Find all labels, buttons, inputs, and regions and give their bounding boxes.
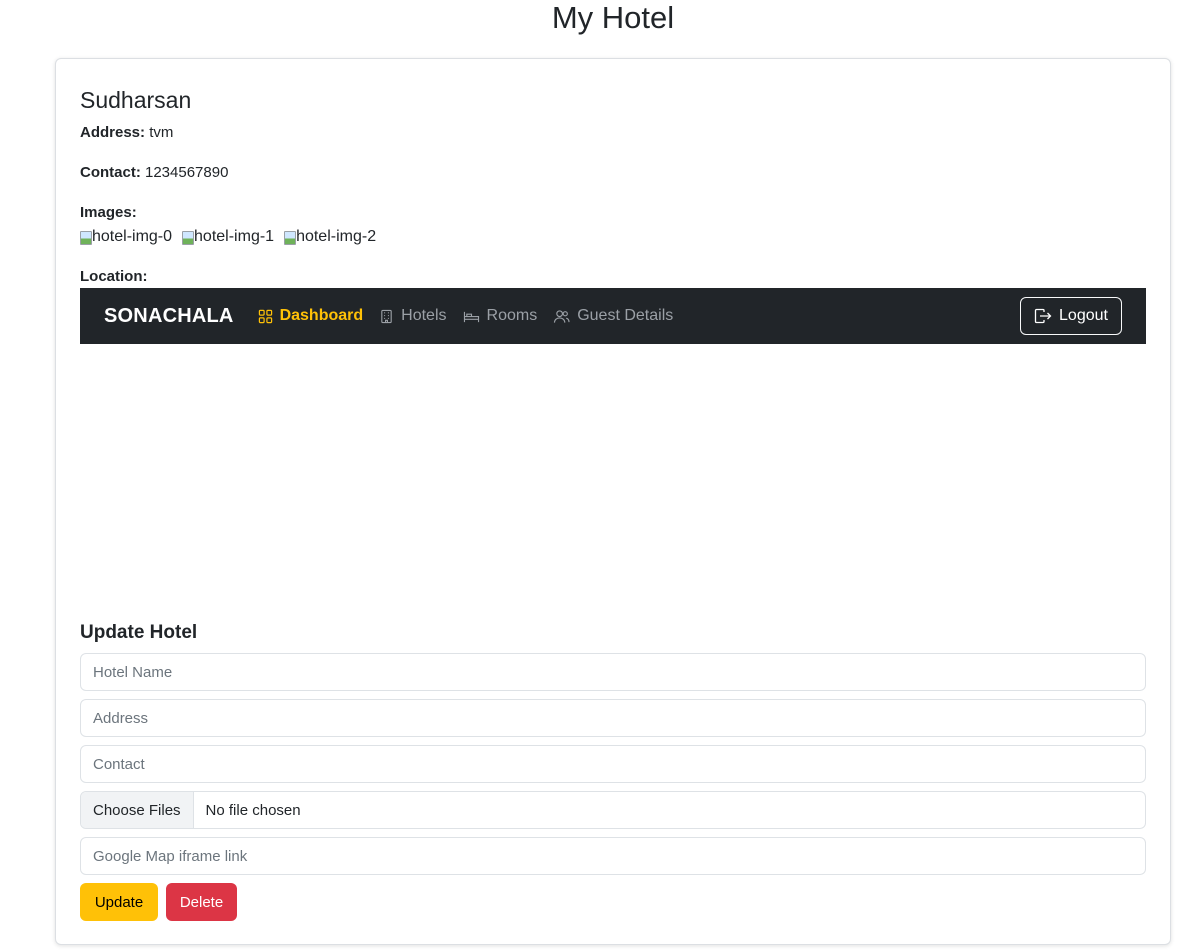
address-label: Address: [80, 124, 146, 141]
navbar-brand[interactable]: SONACHALA [104, 305, 234, 328]
navbar-nav: Dashboard Hotels Rooms Guest Details [258, 307, 690, 325]
nav-item-hotels[interactable]: Hotels [379, 307, 447, 325]
file-status: No file chosen [205, 801, 301, 819]
logout-button[interactable]: Logout [1020, 297, 1122, 335]
choose-files-button[interactable]: Choose Files [81, 792, 194, 828]
hotel-image: hotel-img-0 [80, 227, 172, 247]
nav-item-label: Rooms [486, 307, 538, 324]
broken-image-icon [284, 230, 297, 245]
hotel-image: hotel-img-2 [284, 227, 376, 247]
hotel-image-alt: hotel-img-2 [296, 228, 377, 245]
hotel-name-input[interactable] [80, 653, 1146, 691]
building-icon [381, 309, 392, 323]
address-value: tvm [149, 124, 174, 141]
embedded-navbar: SONACHALA Dashboard Hotels Rooms Guest D… [80, 288, 1146, 344]
hotel-image-alt: hotel-img-0 [92, 228, 173, 245]
location-label-text: Location: [80, 268, 148, 285]
contact-field: Contact: 1234567890 [80, 163, 228, 183]
broken-image-icon [182, 230, 195, 245]
logout-label: Logout [1059, 307, 1108, 324]
address-field: Address: tvm [80, 123, 173, 143]
hotel-name: Sudharsan [80, 87, 192, 113]
hotel-card: Sudharsan Address: tvm Contact: 12345678… [55, 58, 1171, 945]
hotel-image-alt: hotel-img-1 [194, 228, 275, 245]
address-input[interactable] [80, 699, 1146, 737]
page-title: My Hotel [551, 0, 675, 35]
nav-item-guest-details[interactable]: Guest Details [553, 307, 673, 325]
file-input[interactable]: Choose Files No file chosen [80, 791, 1146, 829]
logout-icon [1034, 308, 1052, 324]
update-hotel-title: Update Hotel [80, 622, 198, 643]
update-button[interactable]: Update [80, 883, 158, 921]
contact-value: 1234567890 [145, 164, 229, 181]
contact-input[interactable] [80, 745, 1146, 783]
nav-item-rooms[interactable]: Rooms [463, 307, 538, 325]
nav-item-label: Guest Details [577, 307, 674, 324]
images-row: hotel-img-0 hotel-img-1 hotel-img-2 [80, 227, 376, 247]
location-label: Location: [80, 267, 148, 287]
map-link-input[interactable] [80, 837, 1146, 875]
images-label: Images: [80, 203, 137, 223]
nav-item-label: Hotels [401, 307, 447, 324]
delete-button[interactable]: Delete [166, 883, 237, 921]
hotel-image: hotel-img-1 [182, 227, 274, 247]
bed-icon [463, 311, 479, 322]
nav-item-dashboard[interactable]: Dashboard [258, 307, 364, 325]
nav-item-label: Dashboard [279, 307, 364, 324]
grid-icon [258, 309, 272, 323]
broken-image-icon [80, 230, 92, 245]
people-icon [554, 309, 570, 323]
images-label-text: Images: [80, 204, 137, 221]
contact-label: Contact: [80, 164, 141, 181]
